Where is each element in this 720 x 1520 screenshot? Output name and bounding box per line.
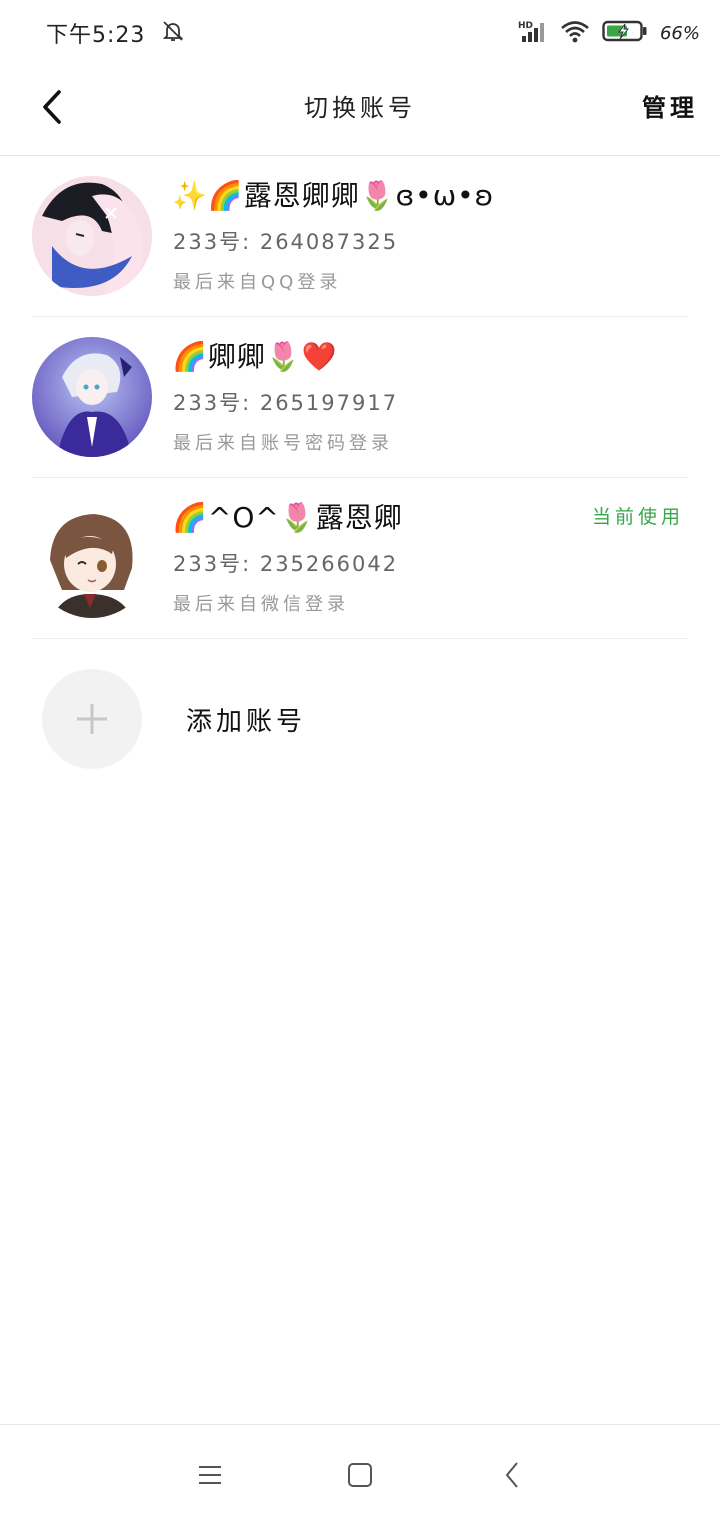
battery-icon [602, 19, 648, 47]
switch-account-screen: 下午5:23 HD 66% 切换账号 管理 ✨🌈露恩卿卿🌷ɞ•ω•ʚ 233号:… [0, 0, 720, 1520]
cellular-signal-icon: HD [518, 19, 548, 47]
status-time: 下午5:23 [46, 23, 146, 48]
manage-button[interactable]: 管理 [642, 88, 698, 123]
last-login-method: 最后来自微信登录 [173, 594, 349, 615]
menu-icon [199, 1466, 221, 1484]
account-list: ✨🌈露恩卿卿🌷ɞ•ω•ʚ 233号: 264087325 最后来自QQ登录 🌈卿… [0, 156, 720, 639]
account-id: 233号: 265197917 [173, 391, 399, 415]
plus-icon [77, 704, 107, 734]
wifi-icon [560, 19, 590, 47]
last-login-method: 最后来自QQ登录 [173, 272, 342, 293]
back-triangle-icon [505, 1462, 518, 1488]
bell-muted-icon [161, 19, 185, 47]
avatar [32, 337, 152, 457]
add-account-button[interactable]: 添加账号 [42, 669, 682, 769]
account-item[interactable]: 🌈卿卿🌷❤️ 233号: 265197917 最后来自账号密码登录 [32, 317, 688, 478]
top-app-bar: 切换账号 管理 [0, 66, 720, 156]
account-name: 🌈^O^🌷露恩卿 [172, 501, 403, 534]
network-label: HD [518, 21, 533, 31]
system-nav-bar [0, 1424, 720, 1520]
status-bar: 下午5:23 HD 66% [0, 0, 720, 66]
account-id: 233号: 264087325 [173, 230, 399, 254]
system-back-button[interactable] [492, 1455, 532, 1495]
add-account-label: 添加账号 [186, 706, 307, 737]
last-login-method: 最后来自账号密码登录 [173, 433, 393, 454]
account-item[interactable]: 🌈^O^🌷露恩卿 233号: 235266042 最后来自微信登录 当前使用 [32, 478, 688, 639]
home-square-icon [348, 1463, 372, 1487]
account-name: ✨🌈露恩卿卿🌷ɞ•ω•ʚ [172, 179, 495, 212]
account-item[interactable]: ✨🌈露恩卿卿🌷ɞ•ω•ʚ 233号: 264087325 最后来自QQ登录 [32, 156, 688, 317]
account-id: 233号: 235266042 [173, 552, 399, 576]
battery-percent: 66% [659, 22, 700, 44]
current-account-badge: 当前使用 [591, 506, 684, 528]
menu-button[interactable] [190, 1455, 230, 1495]
avatar [32, 498, 152, 618]
add-account-circle [42, 669, 142, 769]
account-name: 🌈卿卿🌷❤️ [172, 340, 338, 373]
page-title: 切换账号 [304, 94, 416, 122]
home-button[interactable] [340, 1455, 380, 1495]
avatar [32, 176, 152, 296]
